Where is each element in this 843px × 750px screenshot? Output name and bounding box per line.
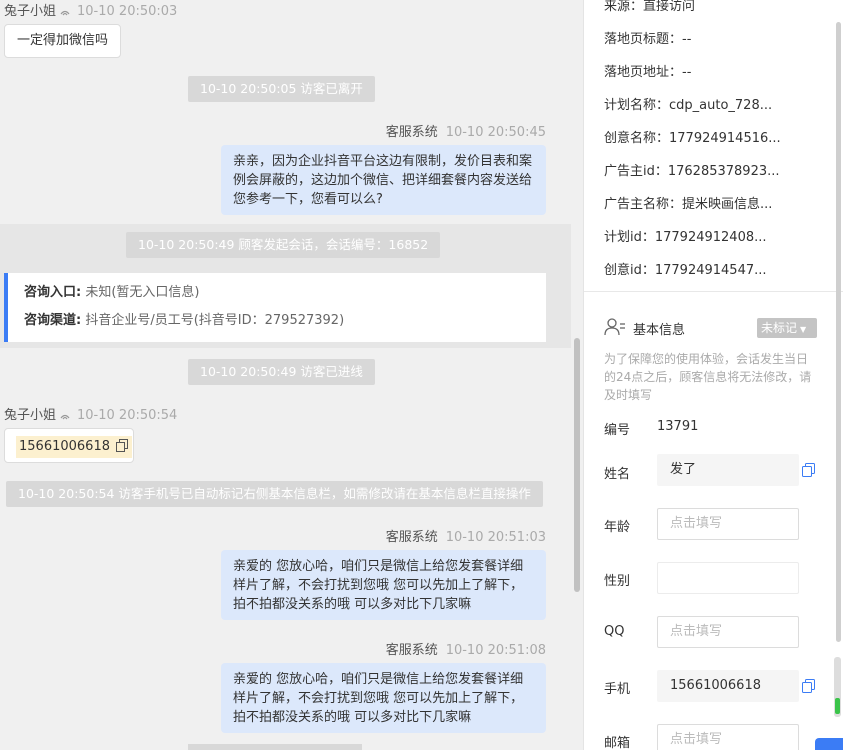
creative-name-info: 创意名称：177924914516... [604, 131, 781, 146]
email-label: 邮箱 [604, 736, 631, 750]
divider [584, 291, 843, 292]
system-notice-leave: 10-10 20:50:05 访客已离开 [188, 76, 375, 102]
channel-value: 抖音企业号/员工号(抖音号ID：279527392) [85, 313, 345, 328]
message-sender: 兔子小姐 10-10 20:50:54 [4, 404, 177, 423]
channel-row: 咨询渠道: 抖音企业号/员工号(抖音号ID：279527392) [24, 313, 546, 341]
system-notice-phone: 10-10 20:50:54 访客手机号已自动标记右侧基本信息栏，如需修改请在基… [6, 481, 543, 507]
status-indicator [835, 698, 840, 714]
sender-name: 兔子小姐 [4, 4, 57, 19]
tag-dropdown[interactable]: 未标记 ▼ [757, 318, 817, 338]
user-icon [604, 318, 625, 336]
message-text: 一定得加微信吗 [17, 33, 109, 48]
message-time: 10-10 20:50:45 [445, 125, 546, 140]
notice-line: 为了保障您的使用体验，会话发生当日 [604, 352, 809, 366]
gender-select[interactable] [657, 562, 799, 594]
chat-scrollbar[interactable] [571, 0, 583, 750]
message-sender: 兔子小姐 10-10 20:50:03 [4, 0, 177, 19]
id-value: 13791 [657, 419, 699, 434]
visitor-message-bubble: 15661006618 [4, 428, 134, 463]
agent-message-bubble: 亲爱的 您放心哈，咱们只是微信上给您发套餐详细 样片了解，不会打扰到您哦 您可以… [221, 663, 546, 733]
message-line: 样片了解，不会打扰到您哦 您可以先加上了解下， [233, 691, 524, 706]
phone-label: 手机 [604, 682, 631, 697]
system-notice-partial [188, 744, 362, 750]
phone-highlight[interactable]: 15661006618 [16, 436, 133, 458]
email-field[interactable]: 点击填写 [657, 724, 799, 750]
entry-label: 咨询入口: [24, 285, 82, 300]
entry-value: 未知(暂无入口信息) [85, 285, 200, 300]
name-label: 姓名 [604, 467, 631, 482]
advertiser-id-info: 广告主id：176285378923... [604, 164, 780, 179]
sender-name: 兔子小姐 [4, 408, 57, 423]
landing-title-info: 落地页标题：-- [604, 32, 692, 47]
message-sender: 客服系统 10-10 20:51:03 [386, 526, 546, 545]
message-time: 10-10 20:51:03 [445, 530, 546, 545]
panel-scrollbar-thumb[interactable] [836, 22, 841, 642]
basic-info-title: 基本信息 [633, 323, 686, 338]
copy-icon[interactable] [116, 439, 129, 452]
name-field[interactable]: 发了 [657, 454, 799, 486]
message-time: 10-10 20:50:03 [77, 4, 178, 19]
message-sender: 客服系统 10-10 20:50:45 [386, 121, 546, 140]
signal-icon [60, 414, 70, 419]
caret-down-icon: ▼ [800, 325, 807, 334]
visitor-message-bubble: 一定得加微信吗 [4, 24, 121, 58]
system-notice-online: 10-10 20:50:49 访客已进线 [188, 359, 375, 385]
tag-label: 未标记 [761, 321, 798, 335]
message-time: 10-10 20:51:08 [445, 643, 546, 658]
message-line: 亲亲，因为企业抖音平台这边有限制，发价目表和案 [233, 154, 533, 169]
id-label: 编号 [604, 423, 631, 438]
gender-label: 性别 [604, 574, 631, 589]
chat-area: 兔子小姐 10-10 20:50:03 一定得加微信吗 10-10 20:50:0… [0, 0, 571, 750]
advertiser-name-info: 广告主名称：提米映画信息... [604, 197, 773, 212]
qq-field[interactable]: 点击填写 [657, 616, 799, 648]
agent-message-bubble: 亲亲，因为企业抖音平台这边有限制，发价目表和案 例会屏蔽的，这边加个微信、把详细… [221, 145, 546, 215]
system-notice-session: 10-10 20:50:49 顾客发起会话，会话编号：16852 [126, 232, 441, 258]
age-field[interactable]: 点击填写 [657, 508, 799, 540]
message-line: 拍不拍都没关系的哦 可以多对比下几家嘛 [233, 597, 472, 612]
notice-line: 及时填写 [604, 388, 653, 402]
copy-icon[interactable] [802, 679, 816, 693]
message-line: 例会屏蔽的，这边加个微信、把详细套餐内容发送给 [233, 173, 533, 188]
message-sender: 客服系统 10-10 20:51:08 [386, 639, 546, 658]
notice-text: 为了保障您的使用体验，会话发生当日 的24点之后，顾客信息将无法修改，请 及时填… [604, 350, 819, 404]
customer-info-panel: 来源：直接访问 落地页标题：-- 落地页地址：-- 计划名称：cdp_auto_… [583, 0, 843, 750]
message-line: 亲爱的 您放心哈，咱们只是微信上给您发套餐详细 [233, 559, 524, 574]
message-line: 样片了解，不会打扰到您哦 您可以先加上了解下， [233, 578, 524, 593]
notice-line: 的24点之后，顾客信息将无法修改，请 [604, 370, 812, 384]
agent-message-bubble: 亲爱的 您放心哈，咱们只是微信上给您发套餐详细 样片了解，不会打扰到您哦 您可以… [221, 550, 546, 620]
qq-label: QQ [604, 624, 625, 639]
source-info: 来源：直接访问 [604, 0, 696, 14]
entry-row: 咨询入口: 未知(暂无入口信息) [24, 285, 546, 313]
message-line: 亲爱的 您放心哈，咱们只是微信上给您发套餐详细 [233, 672, 524, 687]
sender-name: 客服系统 [385, 643, 438, 658]
chat-scrollbar-thumb[interactable] [574, 338, 580, 592]
landing-url-info: 落地页地址：-- [604, 65, 692, 80]
sender-name: 客服系统 [385, 530, 438, 545]
floating-action-button[interactable] [815, 738, 843, 750]
message-line: 您参考一下，您看可以么? [233, 192, 383, 207]
message-line: 拍不拍都没关系的哦 可以多对比下几家嘛 [233, 710, 472, 725]
plan-name-info: 计划名称：cdp_auto_728... [604, 98, 773, 113]
sender-name: 客服系统 [385, 125, 438, 140]
creative-id-info: 创意id：177924914547... [604, 263, 767, 278]
message-time: 10-10 20:50:54 [77, 408, 178, 423]
channel-label: 咨询渠道: [24, 313, 82, 328]
copy-icon[interactable] [802, 463, 816, 477]
signal-icon [60, 10, 70, 15]
age-label: 年龄 [604, 520, 631, 535]
plan-id-info: 计划id：177924912408... [604, 230, 767, 245]
phone-field[interactable]: 15661006618 [657, 670, 799, 702]
entry-info-card: 咨询入口: 未知(暂无入口信息) 咨询渠道: 抖音企业号/员工号(抖音号ID：2… [4, 273, 546, 342]
phone-number: 15661006618 [19, 439, 110, 454]
